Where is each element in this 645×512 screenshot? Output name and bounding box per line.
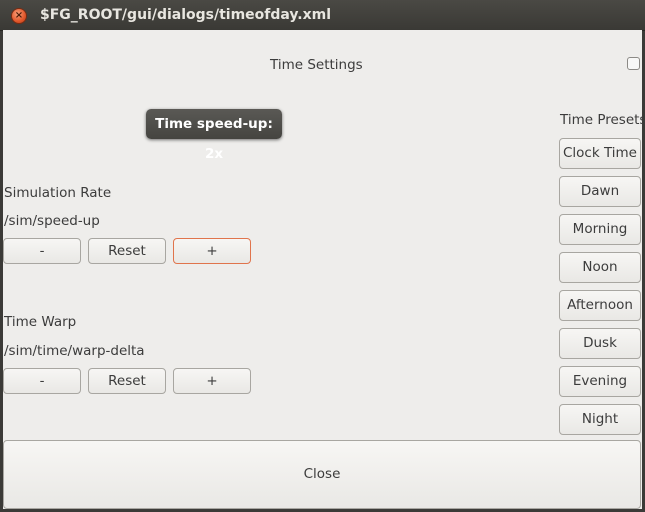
preset-night-button[interactable]: Night (559, 404, 641, 435)
time-warp-property: /sim/time/warp-delta (4, 343, 145, 359)
preset-evening-button[interactable]: Evening (559, 366, 641, 397)
preset-morning-button[interactable]: Morning (559, 214, 641, 245)
speed-decrease-button[interactable]: - (3, 238, 81, 264)
speed-up-tooltip: Time speed-up: 2x (146, 109, 282, 162)
close-button[interactable]: Close (3, 440, 641, 509)
speed-reset-button[interactable]: Reset (88, 238, 166, 264)
preset-dawn-button[interactable]: Dawn (559, 176, 641, 207)
dialog-checkbox[interactable] (627, 57, 640, 70)
simulation-rate-property: /sim/speed-up (4, 213, 100, 229)
preset-dusk-button[interactable]: Dusk (559, 328, 641, 359)
simulation-rate-label: Simulation Rate (4, 185, 112, 201)
window-title: $FG_ROOT/gui/dialogs/timeofday.xml (40, 7, 331, 23)
preset-afternoon-button[interactable]: Afternoon (559, 290, 641, 321)
preset-clock-time-button[interactable]: Clock Time (559, 138, 641, 169)
window-titlebar[interactable]: × $FG_ROOT/gui/dialogs/timeofday.xml (0, 0, 645, 31)
preset-noon-button[interactable]: Noon (559, 252, 641, 283)
speed-increase-button[interactable]: + (173, 238, 251, 264)
time-warp-label: Time Warp (4, 314, 77, 330)
warp-reset-button[interactable]: Reset (88, 368, 166, 394)
close-icon[interactable]: × (12, 9, 26, 23)
time-presets-label: Time Presets (560, 112, 645, 128)
warp-decrease-button[interactable]: - (3, 368, 81, 394)
warp-increase-button[interactable]: + (173, 368, 251, 394)
time-settings-dialog: Time Settings Time speed-up: 2x Simulati… (3, 30, 645, 509)
dialog-heading: Time Settings (270, 57, 363, 73)
